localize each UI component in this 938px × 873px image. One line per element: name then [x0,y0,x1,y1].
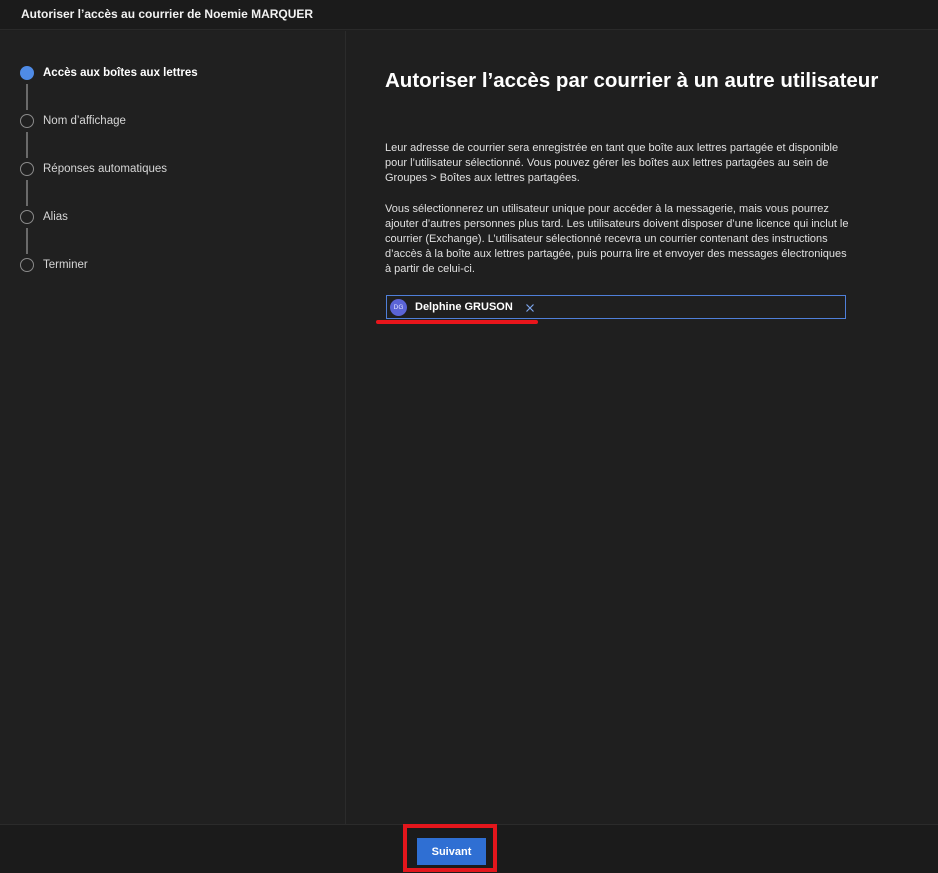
selected-user-name: Delphine GRUSON [415,301,513,313]
step-dot-icon [20,210,34,224]
step-connector [26,180,28,206]
main-panel: Autoriser l’accès par courrier à un autr… [347,31,938,824]
step-dot-icon [20,258,34,272]
step-connector [26,228,28,254]
title-bar: Autoriser l’accès au courrier de Noemie … [0,0,938,30]
step-display-name[interactable]: Nom d’affichage [20,112,126,130]
description-paragraph-2: Vous sélectionnerez un utilisateur uniqu… [385,203,849,275]
step-label: Nom d’affichage [43,115,126,127]
step-label: Alias [43,211,68,223]
step-label: Réponses automatiques [43,163,168,175]
close-icon[interactable] [524,301,536,313]
annotation-underline [376,320,538,324]
window-title: Autoriser l’accès au courrier de Noemie … [21,7,314,21]
avatar: DG [390,298,407,316]
step-active-dot-icon [20,66,34,80]
step-connector [26,132,28,158]
step-dot-icon [20,162,34,176]
step-auto-replies[interactable]: Réponses automatiques [20,160,167,178]
step-label: Terminer [43,259,88,271]
description-paragraph-1: Leur adresse de courrier sera enregistré… [385,142,839,184]
step-finish[interactable]: Terminer [20,256,88,274]
step-alias[interactable]: Alias [20,208,68,226]
wizard-steps-sidebar: Accès aux boîtes aux lettres Nom d’affic… [0,31,346,824]
step-mailbox-access[interactable]: Accès aux boîtes aux lettres [20,64,198,82]
page-title: Autoriser l’accès par courrier à un autr… [385,69,879,92]
user-picker-input[interactable]: DG Delphine GRUSON [386,295,846,319]
step-label: Accès aux boîtes aux lettres [43,67,198,79]
step-connector [26,84,28,110]
step-dot-icon [20,114,34,128]
next-button[interactable]: Suivant [417,838,486,865]
